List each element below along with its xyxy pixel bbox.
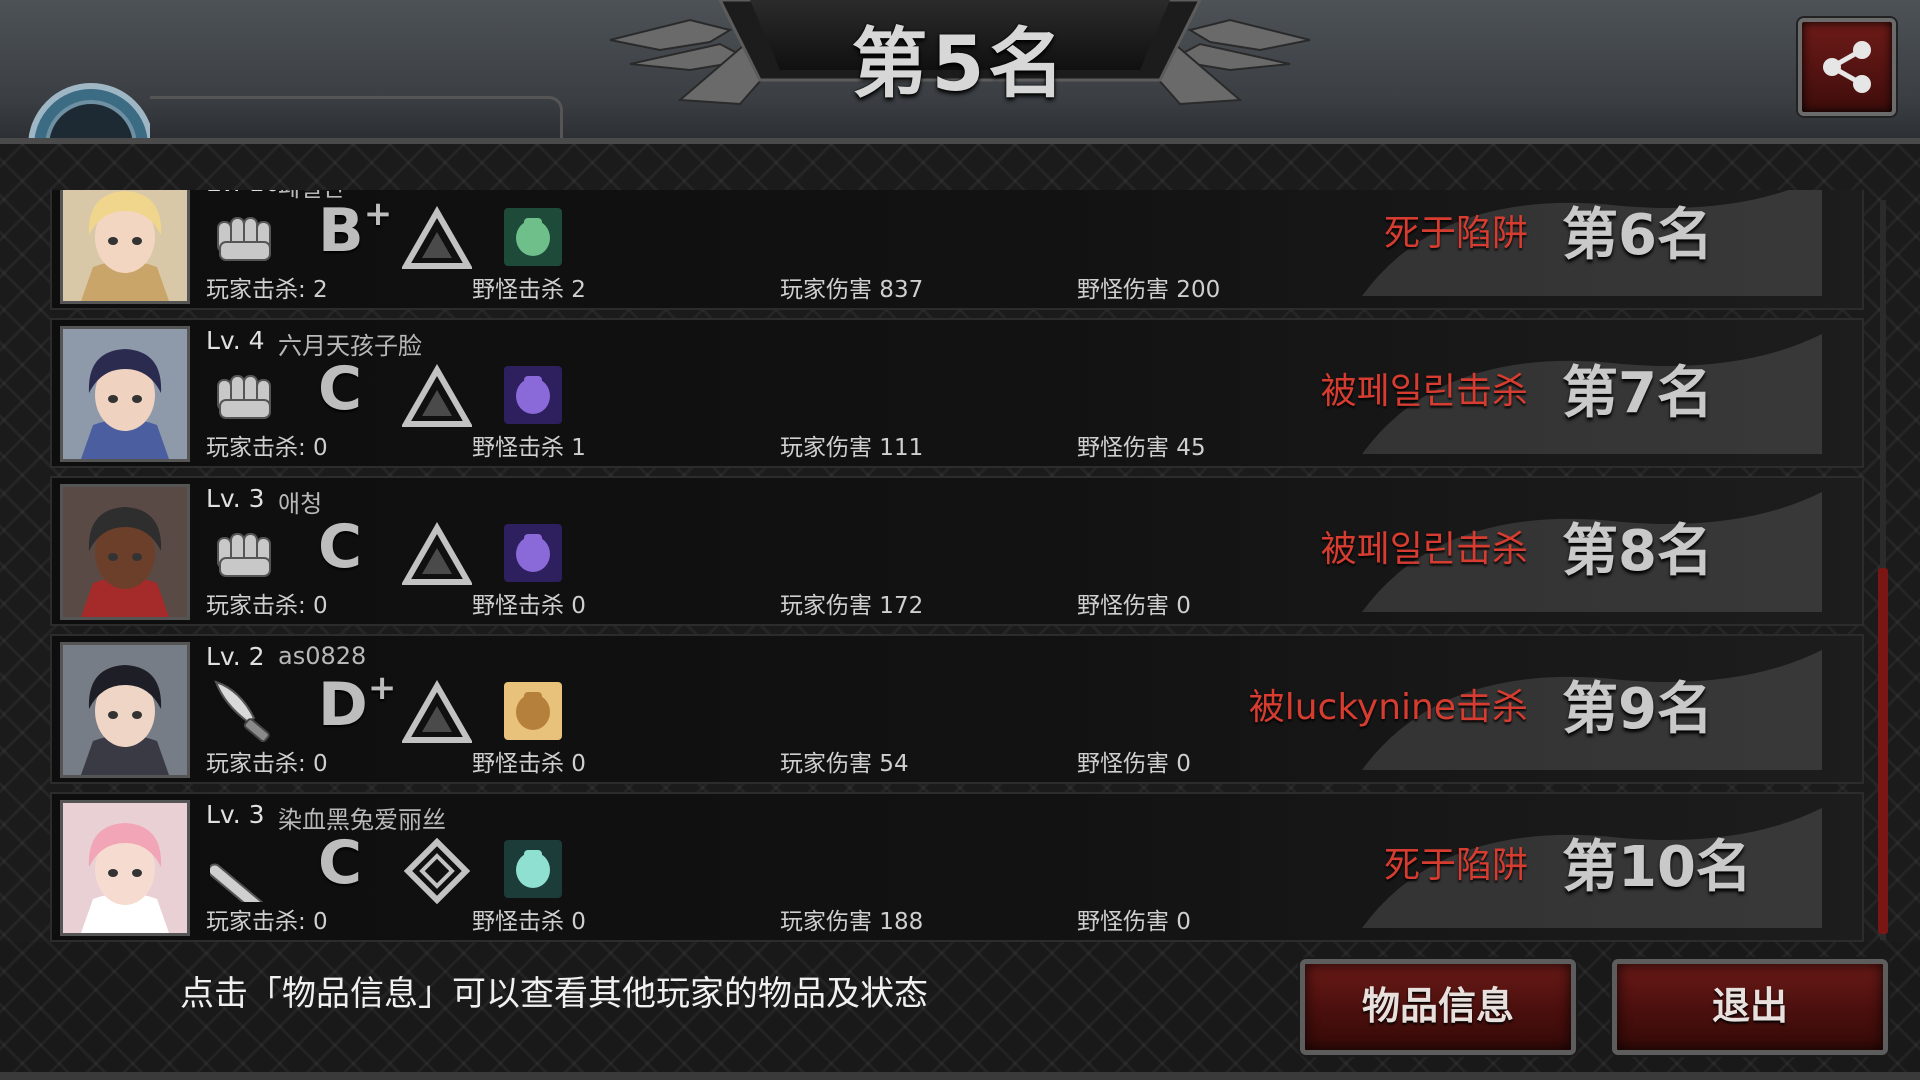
grade-letter: C — [318, 354, 363, 424]
player-damage: 玩家伤害 172 — [780, 593, 924, 619]
player-level: Lv. 4 — [206, 326, 265, 355]
death-cause: 被페일린击杀 — [1320, 371, 1528, 412]
bread-item-icon[interactable] — [504, 682, 562, 740]
player-avatar[interactable] — [60, 800, 190, 936]
triangle-emblem-icon — [400, 521, 474, 588]
player-rank: 第10名 — [1562, 835, 1752, 900]
player-kills: 玩家击杀: 0 — [206, 751, 328, 777]
bat-icon — [207, 836, 280, 915]
rank-banner: 第5名 — [600, 0, 1320, 108]
item-info-button[interactable]: 物品信息 — [1300, 959, 1576, 1055]
player-rank: 第6名 — [1562, 203, 1713, 268]
player-kills: 玩家击杀: 0 — [206, 435, 328, 461]
grade-label: D+ — [318, 668, 397, 740]
player-avatar[interactable] — [60, 642, 190, 778]
fist-icon — [210, 204, 280, 270]
share-icon — [1823, 41, 1871, 93]
player-kills: 玩家击杀: 0 — [206, 909, 328, 935]
grade-label: C — [318, 512, 362, 582]
player-damage: 玩家伤害 188 — [780, 909, 924, 935]
player-damage: 玩家伤害 111 — [780, 435, 924, 461]
grade-letter: B — [318, 196, 364, 266]
monster-kills: 野怪击杀 0 — [472, 593, 586, 619]
grade-plus: + — [363, 194, 393, 234]
share-button[interactable] — [1798, 18, 1896, 116]
player-kills: 玩家击杀: 0 — [206, 593, 328, 619]
monster-kills: 野怪击杀 2 — [472, 277, 586, 303]
purple-gauntlet-item-icon[interactable] — [504, 366, 562, 424]
monster-damage: 野怪伤害 0 — [1077, 751, 1191, 777]
knife-icon — [210, 678, 280, 744]
grade-letter: C — [318, 828, 363, 898]
player-rank: 第7名 — [1562, 361, 1713, 426]
green-soldier-item-icon[interactable] — [504, 208, 562, 266]
triangle-emblem-icon — [400, 205, 474, 272]
monster-damage: 野怪伤害 200 — [1077, 277, 1221, 303]
player-damage: 玩家伤害 837 — [780, 277, 924, 303]
player-name: 애청 — [278, 490, 323, 518]
player-level: Lv. 2 — [206, 642, 265, 671]
player-row[interactable]: Lv. 3 染血黑兔爱丽丝 C 玩家击杀: 0 野怪击杀 0 玩家伤害 188 野怪伤害 0… — [50, 792, 1864, 942]
monster-damage: 野怪伤害 0 — [1077, 909, 1191, 935]
death-cause: 死于陷阱 — [1383, 845, 1528, 886]
diamond-emblem-icon — [402, 837, 472, 905]
glove-item-icon[interactable] — [504, 840, 562, 898]
player-level: Lv. 3 — [206, 484, 265, 513]
player-name: as0828 — [278, 642, 367, 670]
player-row[interactable]: Lv. 3 애청 C 玩家击杀: 0 野怪击杀 0 玩家伤害 172 野怪伤害 0 被페일린击… — [50, 476, 1864, 626]
player-level: Lv. 3 — [206, 800, 265, 829]
monster-kills: 野怪击杀 0 — [472, 751, 586, 777]
hint-text: 点击「物品信息」可以查看其他玩家的物品及状态 — [180, 974, 928, 1014]
grade-label: B+ — [318, 194, 393, 266]
monster-kills: 野怪击杀 1 — [472, 435, 586, 461]
grade-letter: D — [318, 670, 368, 740]
player-rank: 第9名 — [1562, 677, 1713, 742]
player-list[interactable]: Lv. 10페일린B+玩家击杀: 2野怪击杀 2玩家伤害 837野怪伤害 200… — [50, 190, 1864, 942]
top-bar: 第5名 — [0, 0, 1920, 143]
self-name-tab — [150, 96, 563, 143]
death-cause: 死于陷阱 — [1383, 213, 1528, 254]
scrollbar-thumb[interactable] — [1878, 568, 1888, 934]
player-level: Lv. 10 — [206, 190, 281, 197]
self-level-badge — [24, 80, 158, 140]
player-row[interactable]: Lv. 2 as0828 D+ 玩家击杀: 0 野怪击杀 0 玩家伤害 54 野怪伤害 0 被… — [50, 634, 1864, 784]
monster-kills: 野怪击杀 0 — [472, 909, 586, 935]
player-avatar[interactable] — [60, 190, 190, 304]
player-kills: 玩家击杀: 2 — [206, 277, 328, 303]
player-avatar[interactable] — [60, 326, 190, 462]
death-cause: 被luckynine击杀 — [1248, 687, 1528, 728]
player-damage: 玩家伤害 54 — [780, 751, 909, 777]
monster-damage: 野怪伤害 0 — [1077, 593, 1191, 619]
grade-letter: C — [318, 512, 363, 582]
triangle-emblem-icon — [400, 679, 474, 746]
triangle-emblem-icon — [400, 363, 474, 430]
fist-icon — [210, 362, 280, 428]
grade-label: C — [318, 354, 362, 424]
rank-title: 第5名 — [851, 19, 1069, 108]
death-cause: 被페일린击杀 — [1320, 529, 1528, 570]
bottom-divider — [0, 1072, 1920, 1080]
grade-plus: + — [367, 668, 397, 708]
player-avatar[interactable] — [60, 484, 190, 620]
footer-bar: 点击「物品信息」可以查看其他玩家的物品及状态 物品信息 退出 — [0, 942, 1920, 1080]
exit-button[interactable]: 退出 — [1612, 959, 1888, 1055]
monster-damage: 野怪伤害 45 — [1077, 435, 1206, 461]
player-rank: 第8名 — [1562, 519, 1713, 584]
player-row[interactable]: Lv. 4 六月天孩子脸 C 玩家击杀: 0 野怪击杀 1 玩家伤害 111 野怪伤害 45… — [50, 318, 1864, 468]
player-row[interactable]: Lv. 10페일린B+玩家击杀: 2野怪击杀 2玩家伤害 837野怪伤害 200… — [50, 190, 1864, 310]
fist-icon — [210, 520, 280, 586]
grade-label: C — [318, 828, 362, 898]
purple-gauntlet-item-icon[interactable] — [504, 524, 562, 582]
